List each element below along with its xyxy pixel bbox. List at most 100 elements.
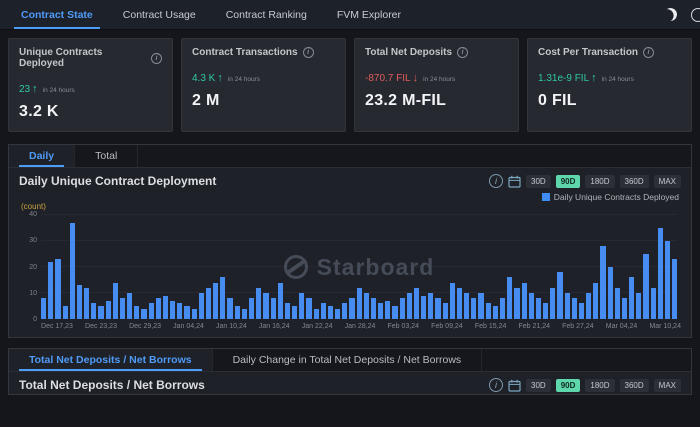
nav-tab-contract-state[interactable]: Contract State [6, 0, 108, 29]
range-button-360d[interactable]: 360D [620, 379, 649, 392]
bar[interactable] [450, 283, 455, 319]
bar[interactable] [306, 298, 311, 319]
range-button-30d[interactable]: 30D [526, 379, 551, 392]
bar[interactable] [98, 306, 103, 319]
calendar-icon[interactable] [508, 175, 521, 188]
bar[interactable] [113, 283, 118, 319]
bar[interactable] [127, 293, 132, 319]
bar[interactable] [271, 298, 276, 319]
chart-legend[interactable]: Daily Unique Contracts Deployed [9, 190, 691, 202]
bar[interactable] [435, 298, 440, 319]
bar[interactable] [550, 288, 555, 319]
bar[interactable] [622, 298, 627, 319]
bar[interactable] [242, 309, 247, 319]
nav-tab-contract-usage[interactable]: Contract Usage [108, 0, 211, 29]
bar[interactable] [522, 283, 527, 319]
range-button-180d[interactable]: 180D [585, 379, 614, 392]
bar[interactable] [414, 288, 419, 319]
chart-info-icon[interactable]: i [489, 378, 503, 392]
range-button-90d[interactable]: 90D [556, 175, 581, 188]
bar[interactable] [256, 288, 261, 319]
range-button-30d[interactable]: 30D [526, 175, 551, 188]
bar[interactable] [177, 303, 182, 319]
bar[interactable] [285, 303, 290, 319]
bar[interactable] [120, 298, 125, 319]
bar[interactable] [529, 293, 534, 319]
bar[interactable] [314, 309, 319, 319]
bar[interactable] [220, 277, 225, 319]
bar[interactable] [299, 293, 304, 319]
bar[interactable] [156, 298, 161, 319]
info-icon[interactable]: i [643, 47, 654, 58]
bar[interactable] [586, 293, 591, 319]
bar[interactable] [357, 288, 362, 319]
bar[interactable] [543, 303, 548, 319]
tab-daily[interactable]: Daily [9, 145, 75, 167]
dark-mode-moon-icon[interactable] [663, 7, 679, 23]
bar[interactable] [615, 288, 620, 319]
tab-total[interactable]: Total [75, 145, 138, 167]
info-icon[interactable]: i [303, 47, 314, 58]
bar[interactable] [70, 223, 75, 319]
bar[interactable] [565, 293, 570, 319]
bar[interactable] [392, 306, 397, 319]
bar[interactable] [328, 306, 333, 319]
bar[interactable] [665, 241, 670, 319]
bar[interactable] [536, 298, 541, 319]
bar[interactable] [493, 306, 498, 319]
bar[interactable] [385, 301, 390, 319]
bar[interactable] [478, 293, 483, 319]
bar[interactable] [199, 293, 204, 319]
bar[interactable] [593, 283, 598, 319]
bar[interactable] [278, 283, 283, 319]
bar[interactable] [55, 259, 60, 319]
range-button-360d[interactable]: 360D [620, 175, 649, 188]
bar[interactable] [672, 259, 677, 319]
range-button-max[interactable]: MAX [654, 379, 681, 392]
bar[interactable] [629, 277, 634, 319]
info-icon[interactable]: i [457, 47, 468, 58]
bar[interactable] [658, 228, 663, 319]
bar[interactable] [84, 288, 89, 319]
bar[interactable] [163, 296, 168, 319]
bar[interactable] [643, 254, 648, 319]
bar[interactable] [263, 293, 268, 319]
bar[interactable] [371, 298, 376, 319]
bar[interactable] [227, 298, 232, 319]
nav-tab-contract-ranking[interactable]: Contract Ranking [211, 0, 322, 29]
globe-icon[interactable] [691, 8, 700, 22]
bar[interactable] [170, 301, 175, 319]
bar[interactable] [48, 262, 53, 319]
bar[interactable] [507, 277, 512, 319]
range-button-90d[interactable]: 90D [556, 379, 581, 392]
bar[interactable] [91, 303, 96, 319]
bar[interactable] [636, 293, 641, 319]
bar[interactable] [400, 298, 405, 319]
bar[interactable] [457, 288, 462, 319]
calendar-icon[interactable] [508, 379, 521, 392]
bar[interactable] [249, 298, 254, 319]
bar[interactable] [378, 303, 383, 319]
bar[interactable] [600, 246, 605, 319]
bar[interactable] [428, 293, 433, 319]
bar[interactable] [192, 309, 197, 319]
bar[interactable] [579, 303, 584, 319]
bar[interactable] [514, 288, 519, 319]
bar[interactable] [63, 306, 68, 319]
nav-tab-fvm-explorer[interactable]: FVM Explorer [322, 0, 416, 29]
bar[interactable] [77, 285, 82, 319]
bar[interactable] [572, 298, 577, 319]
range-button-180d[interactable]: 180D [585, 175, 614, 188]
bar[interactable] [349, 298, 354, 319]
bar[interactable] [608, 267, 613, 319]
bar[interactable] [464, 293, 469, 319]
bar[interactable] [134, 306, 139, 319]
bar[interactable] [141, 309, 146, 319]
bar[interactable] [213, 283, 218, 319]
bar[interactable] [651, 288, 656, 319]
bar[interactable] [184, 306, 189, 319]
bar[interactable] [206, 288, 211, 319]
tab-daily-change-net-deposits[interactable]: Daily Change in Total Net Deposits / Net… [213, 349, 483, 371]
bar[interactable] [500, 298, 505, 319]
bar[interactable] [235, 306, 240, 319]
